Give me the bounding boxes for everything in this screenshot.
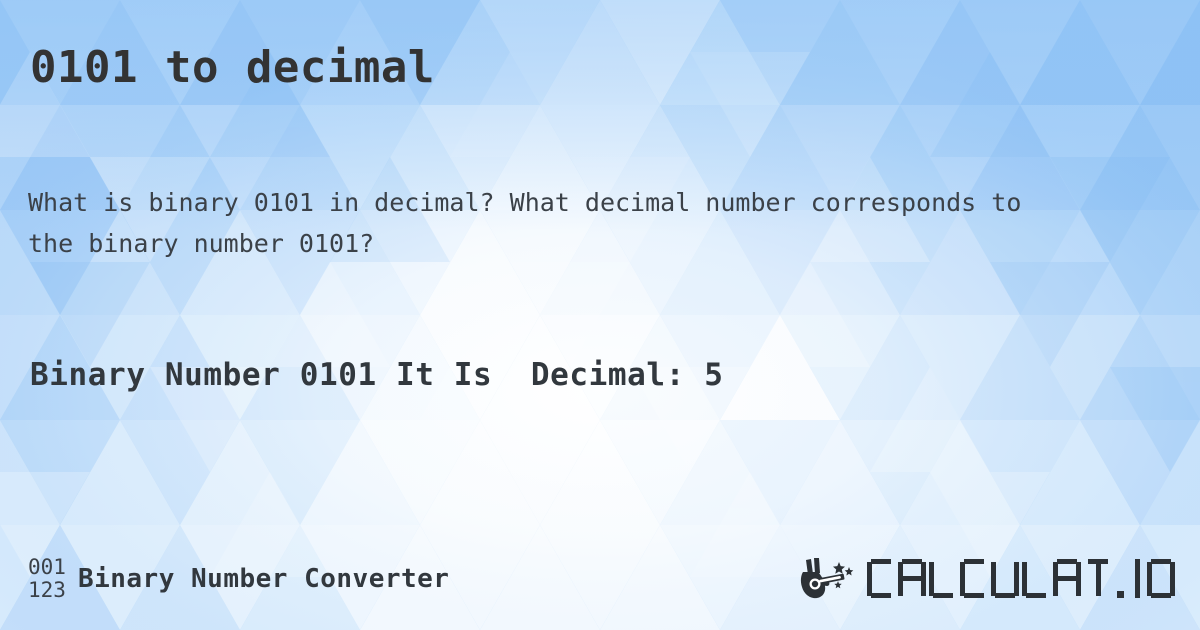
wordmark-letter-t xyxy=(1084,559,1112,599)
page-title: 0101 to decimal xyxy=(30,42,435,93)
binary-digits-icon: 001 123 xyxy=(28,556,66,602)
wordmark-letter-a1 xyxy=(898,559,926,599)
magic-wand-hand-icon xyxy=(800,558,854,599)
footer: 001 123 Binary Number Converter xyxy=(0,540,1200,618)
wordmark-letter-i xyxy=(1131,559,1144,599)
share-card: 0101 to decimal What is binary 0101 in d… xyxy=(0,0,1200,630)
wordmark-letter-l2 xyxy=(1022,559,1050,599)
question-text: What is binary 0101 in decimal? What dec… xyxy=(28,188,1037,258)
wordmark-letter-c1 xyxy=(867,559,895,599)
wordmark-letter-o xyxy=(1147,559,1175,599)
brand-left: 001 123 Binary Number Converter xyxy=(28,540,449,618)
wordmark-letter-a2 xyxy=(1053,559,1081,599)
binary-digits-bottom: 123 xyxy=(28,578,66,602)
brand-right xyxy=(799,540,1178,618)
result-line: Binary Number 0101 It Is Decimal: 5 xyxy=(30,357,724,393)
binary-digits-top: 001 xyxy=(28,555,66,579)
brand-left-label: Binary Number Converter xyxy=(77,564,450,594)
wordmark-letter-c2 xyxy=(960,559,988,599)
wordmark-letter-u xyxy=(991,559,1019,599)
wordmark-letter-dot xyxy=(1115,559,1128,599)
calculatio-wordmark xyxy=(867,557,1178,601)
card-content: 0101 to decimal What is binary 0101 in d… xyxy=(0,0,1200,630)
wordmark-letter-l1 xyxy=(929,559,957,599)
